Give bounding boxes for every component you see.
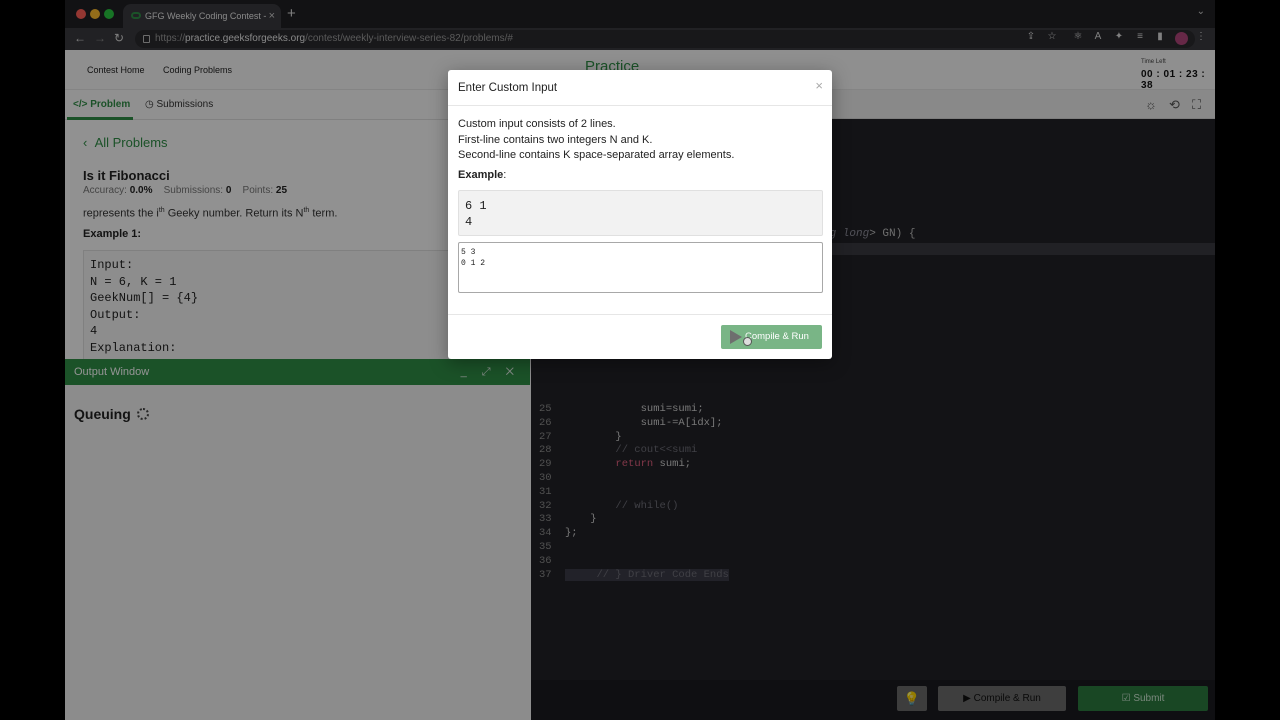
dialog-compile-run-button[interactable]: Compile & Run <box>721 325 822 349</box>
example-colon: : <box>503 169 507 181</box>
dialog-title: Enter Custom Input <box>458 82 558 94</box>
dialog-close-icon[interactable]: × <box>815 78 823 93</box>
custom-input-dialog: Enter Custom Input × Custom input consis… <box>448 70 832 359</box>
example-value-box: 6 1 4 <box>458 190 823 236</box>
dialog-instructions: Custom input consists of 2 lines. First-… <box>458 117 734 164</box>
dialog-compile-run-label: Compile & Run <box>745 331 809 342</box>
dialog-divider <box>448 314 832 315</box>
play-icon <box>730 330 742 344</box>
instruction-line: Second-line contains K space-separated a… <box>458 149 735 161</box>
example-label: Example: <box>458 169 506 181</box>
dialog-header: Enter Custom Input × <box>448 70 832 106</box>
custom-input-textarea[interactable]: 5 3 0 1 2 <box>458 242 823 293</box>
example-label-text: Example <box>458 169 504 181</box>
instruction-line: Custom input consists of 2 lines. <box>458 118 616 130</box>
instruction-line: First-line contains two integers N and K… <box>458 133 653 146</box>
browser-window: GFG Weekly Coding Contest - × + ⌄ ← → ↻ … <box>65 0 1215 720</box>
not-allowed-cursor-icon <box>743 337 752 346</box>
